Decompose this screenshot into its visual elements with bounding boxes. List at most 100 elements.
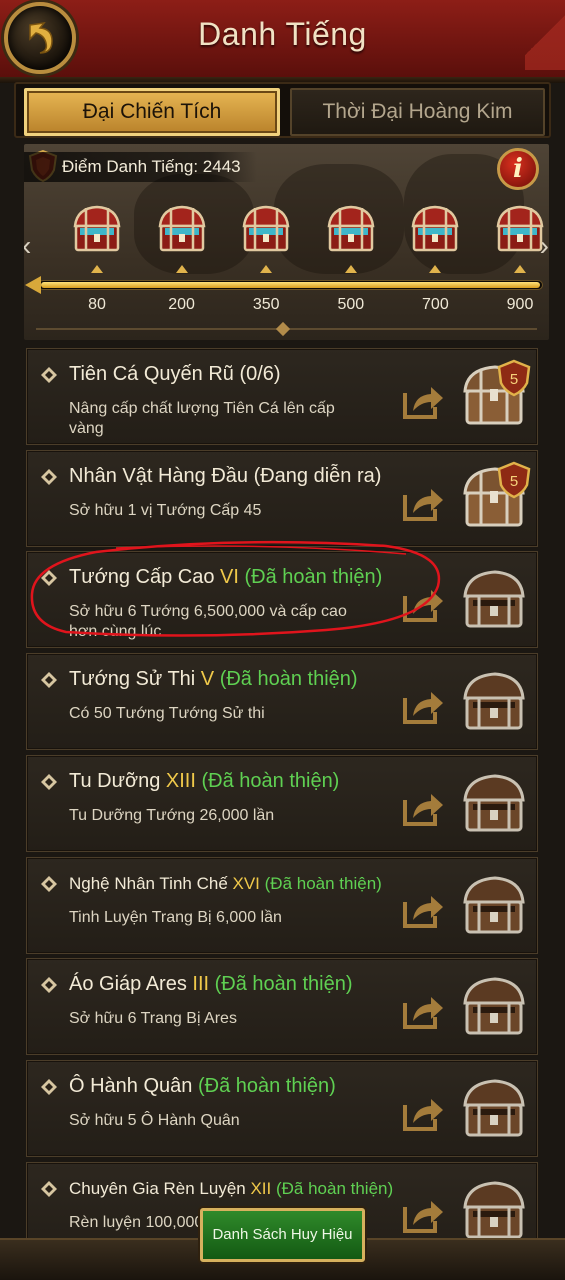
milestone-chest-icon[interactable] [240, 204, 292, 256]
diamond-bullet-icon [41, 773, 57, 790]
tab-great-achievements[interactable]: Đại Chiến Tích [24, 88, 280, 136]
achievement-title: Nhân Vật Hàng Đầu (Đang diễn ra) [69, 465, 381, 488]
achievement-description: Nâng cấp chất lượng Tiên Cá lên cấp vàng [69, 400, 335, 437]
achievement-name: Nghệ Nhân Tinh Chế [69, 873, 233, 893]
header-bar: Danh Tiếng [0, 0, 565, 83]
milestone-marker [260, 265, 273, 273]
achievement-title: Tu Dưỡng XIII (Đã hoàn thiện) [69, 770, 339, 793]
progress-bar-fill [41, 282, 540, 288]
milestone-marker [91, 265, 103, 273]
share-icon[interactable] [401, 686, 445, 726]
reward-chest-icon [463, 774, 525, 832]
divider-ornament [275, 321, 291, 337]
milestone-chest-icon[interactable] [156, 204, 208, 256]
progress-bar-tip [25, 276, 41, 294]
share-icon[interactable] [401, 1195, 445, 1235]
achievement-card[interactable]: Tiên Cá Quyến Rũ (0/6) Nâng cấp chất lượn… [26, 348, 538, 445]
share-icon[interactable] [401, 1093, 445, 1133]
milestone-chest-icon[interactable] [494, 204, 546, 256]
diamond-bullet-icon [41, 367, 57, 383]
achievement-name: Tướng Cấp Cao [69, 566, 221, 589]
achievement-card[interactable]: Ô Hành Quân (Đã hoàn thiện) Sở hữu 5 Ô Hà… [26, 1059, 538, 1157]
reputation-points: Điểm Danh Tiếng: 2443 [24, 152, 257, 182]
diamond-bullet-icon [41, 672, 57, 689]
achievement-name: Tướng Sử Thi [69, 668, 201, 691]
share-icon[interactable] [401, 483, 445, 523]
achievement-description: Sở hữu 6 Trang Bị Ares [69, 1010, 237, 1028]
achievement-title: Nghệ Nhân Tinh Chế XVI (Đã hoàn thiện) [69, 874, 382, 894]
achievement-description: Tu Dưỡng Tướng 26,000 lần [69, 806, 275, 824]
diamond-bullet-icon [41, 1180, 57, 1197]
reward-chest-icon [463, 875, 525, 933]
diamond-bullet-icon [41, 1078, 57, 1095]
diamond-bullet-icon [41, 977, 57, 994]
achievement-title: Tướng Sử Thi V (Đã hoàn thiện) [69, 668, 358, 691]
share-icon[interactable] [401, 381, 445, 421]
achievement-name: Tiên Cá Quyến Rũ [69, 363, 240, 385]
reward-chest-icon [463, 570, 525, 628]
reputation-progress-panel: Điểm Danh Tiếng: 2443 i ‹ › 802003505007… [24, 144, 549, 340]
share-icon[interactable] [401, 890, 445, 930]
share-icon[interactable] [401, 788, 445, 828]
achievement-card[interactable]: Nghệ Nhân Tinh Chế XVI (Đã hoàn thiện) Ti… [26, 856, 538, 954]
achievement-status: (Đã hoàn thiện) [197, 1074, 336, 1097]
achievement-title: Ô Hành Quân (Đã hoàn thiện) [69, 1075, 336, 1098]
achievement-status: (0/6) [239, 363, 281, 385]
reward-level-badge: 5 [497, 359, 531, 397]
info-button[interactable]: i [497, 148, 539, 190]
milestone-chest-icon[interactable] [409, 204, 461, 256]
share-icon[interactable] [401, 584, 445, 624]
achievement-title: Áo Giáp Ares III (Đã hoàn thiện) [69, 973, 353, 996]
achievement-name: Tu Dưỡng [69, 769, 166, 792]
milestone-value: 700 [422, 296, 449, 313]
milestone-value: 500 [337, 296, 365, 313]
share-icon[interactable] [401, 991, 445, 1031]
scroll-left-arrow-icon[interactable]: ‹ [24, 230, 31, 262]
reward-level-value: 5 [510, 371, 518, 388]
achievement-name: Chuyên Gia Rèn Luyện [69, 1178, 251, 1198]
milestone-value: 200 [168, 296, 195, 313]
badge-list-button[interactable]: Danh Sách Huy Hiệu [200, 1208, 365, 1262]
milestone-marker [344, 265, 357, 273]
achievement-title: Chuyên Gia Rèn Luyện XII (Đã hoàn thiện) [69, 1179, 393, 1199]
achievement-status: (Đã hoàn thiện) [214, 973, 353, 996]
achievement-status: (Đã hoàn thiện) [244, 566, 383, 589]
achievement-tier: V [200, 668, 220, 691]
achievement-status: (Đã hoàn thiện) [219, 668, 358, 691]
achievement-tier: III [192, 973, 215, 996]
achievement-description: Sở hữu 6 Tướng 6,500,000 và cấp cao hơn … [69, 603, 347, 641]
achievement-list[interactable]: Tiên Cá Quyến Rũ (0/6) Nâng cấp chất lượn… [26, 348, 538, 1248]
diamond-bullet-icon [41, 570, 57, 587]
achievement-card[interactable]: Nhân Vật Hàng Đầu (Đang diễn ra) Sở hữu 1… [26, 449, 538, 547]
achievement-description: Sở hữu 1 vị Tướng Cấp 45 [69, 501, 262, 519]
milestone-marker [429, 265, 442, 273]
milestone-marker [514, 265, 526, 273]
reward-level-value: 5 [510, 473, 518, 490]
milestone-chest-icon[interactable] [325, 204, 377, 256]
achievement-card[interactable]: Tướng Cấp Cao VI (Đã hoàn thiện) Sở hữu 6… [26, 551, 538, 649]
milestone-value: 900 [506, 296, 534, 313]
achievement-name: Nhân Vật Hàng Đầu [69, 464, 254, 487]
achievement-card[interactable]: Tu Dưỡng XIII (Đã hoàn thiện) Tu Dưỡng Tư… [26, 754, 538, 852]
achievement-tier: XIII [165, 769, 202, 792]
milestone-chest-icon[interactable] [71, 204, 123, 256]
achievement-title: Tiên Cá Quyến Rũ (0/6) [69, 363, 281, 386]
achievement-description: Sở hữu 5 Ô Hành Quân [69, 1111, 240, 1129]
reward-chest-icon [463, 672, 525, 730]
achievement-card[interactable]: Áo Giáp Ares III (Đã hoàn thiện) Sở hữu 6… [26, 958, 538, 1056]
achievement-name: Ô Hành Quân [69, 1074, 198, 1097]
achievement-tier: VI [220, 566, 245, 589]
tab-golden-age[interactable]: Thời Đại Hoàng Kim [290, 88, 545, 136]
reward-chest-icon [463, 1079, 525, 1137]
reward-chest-icon [463, 1181, 525, 1239]
page-title: Danh Tiếng [198, 16, 367, 52]
tabs-bar: Đại Chiến Tích Thời Đại Hoàng Kim [14, 82, 551, 138]
achievement-card[interactable]: Tướng Sử Thi V (Đã hoàn thiện) Có 50 Tướn… [26, 653, 538, 751]
achievement-status: (Đã hoàn thiện) [264, 873, 382, 893]
diamond-bullet-icon [41, 875, 57, 892]
diamond-bullet-icon [41, 468, 57, 485]
reward-level-badge: 5 [497, 461, 531, 499]
reputation-progress-bar [25, 276, 543, 294]
achievement-status: (Đã hoàn thiện) [275, 1178, 394, 1198]
milestone-marker [175, 265, 188, 273]
